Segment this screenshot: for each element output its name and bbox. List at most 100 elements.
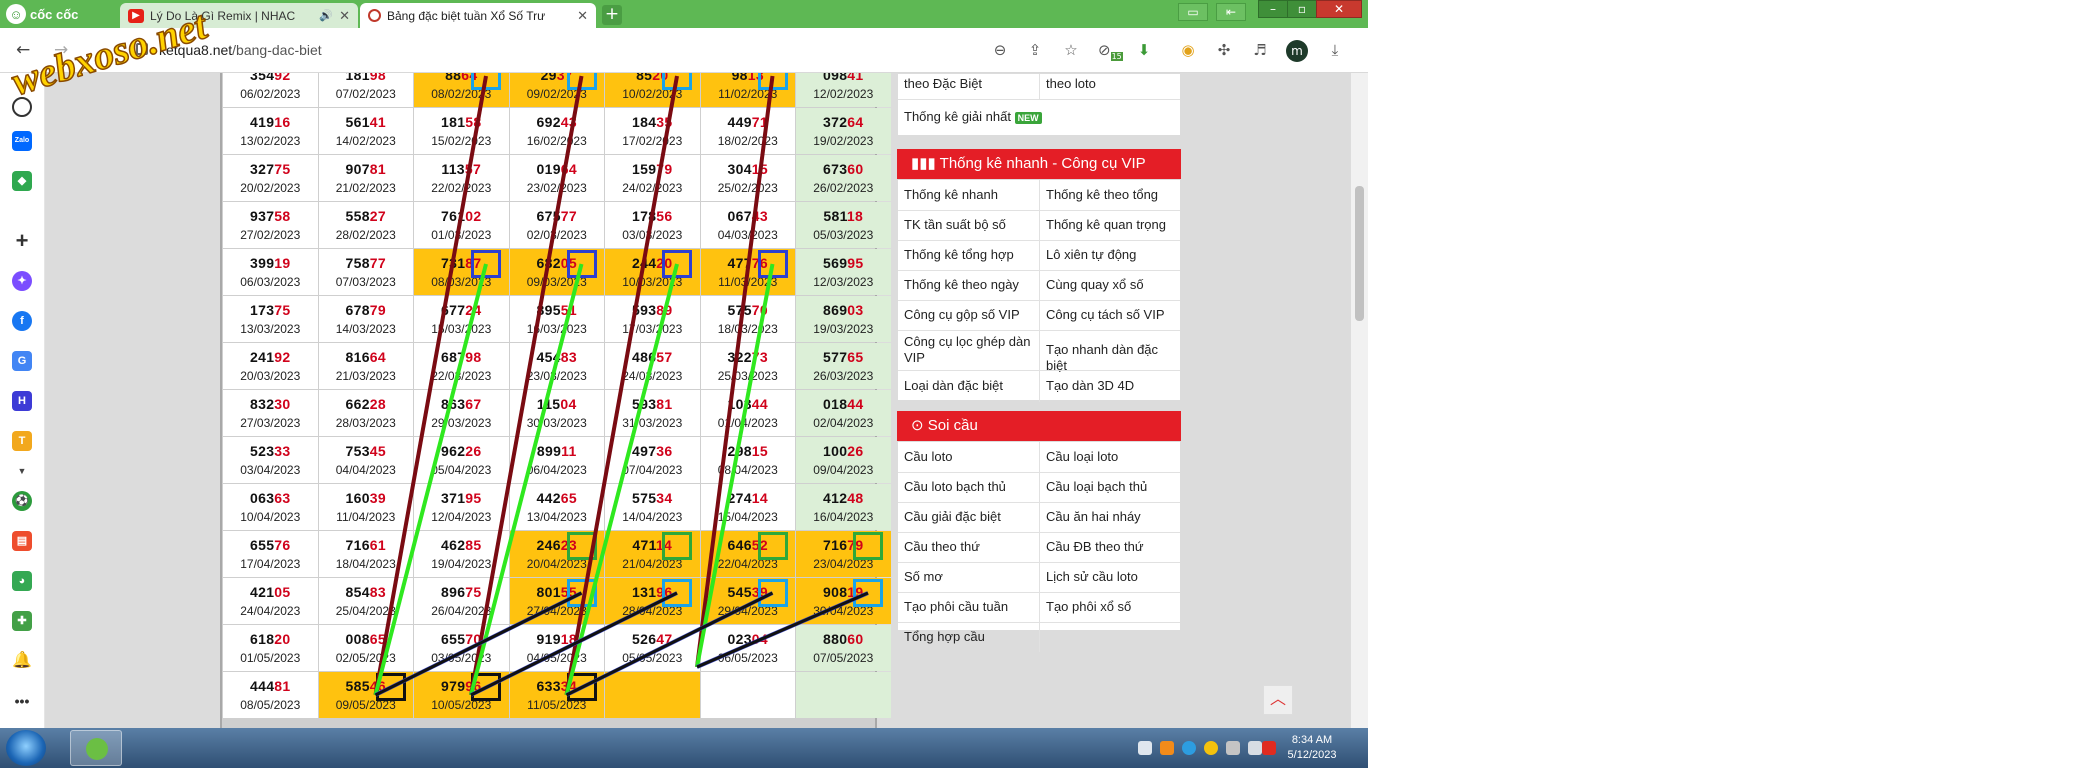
download-green-icon[interactable]: ⬇ bbox=[1134, 41, 1154, 59]
h-app-icon[interactable]: H bbox=[12, 391, 32, 411]
thong-ke-link[interactable]: Thống kê quan trọng bbox=[1046, 217, 1176, 233]
bookmark-star-icon[interactable]: ☆ bbox=[1061, 41, 1081, 59]
tray-network-icon[interactable] bbox=[1138, 741, 1152, 755]
result-cell: 27414 15/04/2023 bbox=[700, 484, 795, 530]
translate-icon[interactable]: G bbox=[12, 351, 32, 371]
soi-cau-link[interactable]: Cầu giải đặc biệt bbox=[904, 509, 1034, 525]
thong-ke-link[interactable]: Thống kê tổng hợp bbox=[904, 247, 1034, 263]
soi-cau-link[interactable]: Cầu loại loto bbox=[1046, 449, 1176, 465]
profile-avatar[interactable]: m bbox=[1286, 40, 1308, 62]
t-app-icon[interactable]: T bbox=[12, 431, 32, 451]
page-scrollbar[interactable] bbox=[1351, 73, 1368, 728]
thong-ke-link[interactable]: Thống kê theo tổng bbox=[1046, 187, 1176, 203]
result-number: 00865 bbox=[319, 631, 414, 647]
result-cell: 45483 23/03/2023 bbox=[509, 343, 604, 389]
result-cell: 01844 02/04/2023 bbox=[796, 390, 891, 436]
extension-adblock-icon[interactable]: ⊘15 bbox=[1098, 41, 1123, 61]
soi-cau-link[interactable]: Lịch sử cầu loto bbox=[1046, 569, 1176, 585]
share-icon[interactable]: ⇪ bbox=[1025, 41, 1045, 59]
link-theo-loto[interactable]: theo loto bbox=[1046, 76, 1096, 92]
game-icon[interactable]: ◆ bbox=[12, 171, 32, 191]
soi-cau-link[interactable]: Tổng hợp cầu bbox=[904, 629, 1034, 645]
close-window-button[interactable]: ✕ bbox=[1316, 0, 1362, 18]
result-cell: 86903 19/03/2023 bbox=[796, 296, 891, 342]
maximize-button[interactable]: ▫ bbox=[1287, 0, 1317, 18]
close-tab-icon[interactable]: ✕ bbox=[577, 8, 588, 24]
number-head: 471 bbox=[632, 537, 656, 553]
more-icon[interactable]: ••• bbox=[12, 691, 32, 711]
result-date: 19/04/2023 bbox=[431, 557, 492, 571]
soi-cau-link[interactable]: Cầu loại bạch thủ bbox=[1046, 479, 1176, 495]
screenshot-icon[interactable]: ▭ bbox=[1178, 3, 1208, 21]
link-theo-dac-biet[interactable]: theo Đặc Biệt bbox=[904, 76, 982, 92]
soi-cau-link[interactable]: Cầu loto bbox=[904, 449, 1034, 465]
chevron-down-icon[interactable]: ▼ bbox=[12, 461, 32, 481]
thong-ke-link[interactable]: Loại dàn đặc biệt bbox=[904, 378, 1034, 394]
tray-volume-icon[interactable] bbox=[1248, 741, 1262, 755]
thong-ke-link[interactable]: Cùng quay xổ số bbox=[1046, 277, 1176, 293]
minimize-button[interactable]: – bbox=[1258, 0, 1288, 18]
thong-ke-link[interactable]: Công cụ lọc ghép dàn VIP bbox=[904, 334, 1034, 366]
media-control-icon[interactable]: ♬ bbox=[1250, 41, 1270, 59]
result-cell: 57534 14/04/2023 bbox=[605, 484, 700, 530]
tray-v-icon[interactable] bbox=[1262, 741, 1276, 755]
zoom-out-icon[interactable]: ⊖ bbox=[990, 41, 1010, 59]
thong-ke-link[interactable]: TK tần suất bộ số bbox=[904, 217, 1034, 233]
soi-cau-link[interactable]: Cầu theo thứ bbox=[904, 539, 1034, 555]
browser-brand[interactable]: ☺ cốc cốc bbox=[6, 3, 78, 25]
result-number: 10026 bbox=[796, 443, 891, 459]
link-thong-ke-giai-nhat[interactable]: Thống kê giải nhất NEW bbox=[904, 109, 1042, 125]
extensions-puzzle-icon[interactable]: ✣ bbox=[1214, 41, 1234, 59]
soi-cau-link[interactable]: Tạo phôi xổ số bbox=[1046, 599, 1176, 615]
number-head: 371 bbox=[441, 490, 466, 506]
scroll-to-top-button[interactable]: ︿ bbox=[1263, 685, 1293, 715]
soi-cau-link[interactable]: Tạo phôi cầu tuần bbox=[904, 599, 1034, 615]
new-tab-button[interactable]: + bbox=[602, 5, 622, 25]
highlight-box bbox=[757, 73, 788, 90]
number-head: 449 bbox=[727, 114, 752, 130]
result-cell: 01964 23/02/2023 bbox=[509, 155, 604, 201]
number-tail: 04 bbox=[751, 631, 768, 647]
thong-ke-link[interactable]: Công cụ tách số VIP bbox=[1046, 307, 1176, 323]
number-head: 633 bbox=[536, 678, 561, 694]
thong-ke-link[interactable]: Thống kê theo ngày bbox=[904, 277, 1034, 293]
soi-cau-link[interactable]: Cầu loto bạch thủ bbox=[904, 479, 1034, 495]
tab-ketqua8[interactable]: Bảng đặc biệt tuần Xổ Số Trư ✕ bbox=[360, 3, 596, 28]
result-cell: 37264 19/02/2023 bbox=[796, 108, 891, 154]
close-tab-icon[interactable]: ✕ bbox=[339, 8, 350, 24]
add-icon[interactable]: + bbox=[12, 230, 32, 252]
notification-bell-icon[interactable]: 🔔 bbox=[12, 651, 32, 671]
number-head: 419 bbox=[250, 114, 275, 130]
tray-chrome-icon[interactable] bbox=[1204, 741, 1218, 755]
messenger-icon[interactable]: ✦ bbox=[12, 271, 32, 291]
shop-icon[interactable]: ▤ bbox=[12, 531, 32, 551]
app-green-icon[interactable]: ◕ bbox=[12, 571, 32, 591]
scrollbar-thumb[interactable] bbox=[1355, 186, 1364, 321]
zalo-icon[interactable]: Zalo bbox=[12, 131, 32, 151]
soi-cau-link[interactable]: Số mơ bbox=[904, 569, 1034, 585]
football-icon[interactable]: ⚽ bbox=[12, 491, 32, 511]
tray-flag-icon[interactable] bbox=[1226, 741, 1240, 755]
soi-cau-link[interactable]: Cầu ĐB theo thứ bbox=[1046, 539, 1176, 555]
number-head: 018 bbox=[823, 396, 848, 412]
thong-ke-link[interactable]: Công cụ gộp số VIP bbox=[904, 307, 1034, 323]
soi-cau-link[interactable]: Cầu ăn hai nháy bbox=[1046, 509, 1176, 525]
taskbar-clock[interactable]: 8:34 AM 5/12/2023 bbox=[1282, 733, 1342, 763]
result-number: 15979 bbox=[605, 161, 700, 177]
facebook-icon[interactable]: f bbox=[12, 311, 32, 331]
downloads-icon[interactable]: ⤓ bbox=[1325, 41, 1345, 59]
tray-app-icon[interactable] bbox=[1160, 741, 1174, 755]
thong-ke-link[interactable]: Lô xiên tự động bbox=[1046, 247, 1176, 263]
app-cross-icon[interactable]: ✚ bbox=[12, 611, 32, 631]
clock-time: 8:34 AM bbox=[1291, 734, 1333, 746]
result-date: 28/03/2023 bbox=[335, 416, 396, 430]
thong-ke-link[interactable]: Thống kê nhanh bbox=[904, 187, 1034, 203]
back-panel-icon[interactable]: ⇤ bbox=[1216, 3, 1246, 21]
result-date: 18/04/2023 bbox=[335, 557, 396, 571]
chrome-icon[interactable]: ◉ bbox=[1178, 41, 1198, 59]
speaker-icon[interactable]: 🔊 bbox=[319, 9, 333, 22]
start-button[interactable] bbox=[6, 730, 46, 766]
thong-ke-link[interactable]: Tạo dàn 3D 4D bbox=[1046, 378, 1176, 394]
taskbar-coccoc-button[interactable] bbox=[70, 730, 122, 766]
tray-edge-icon[interactable] bbox=[1182, 741, 1196, 755]
